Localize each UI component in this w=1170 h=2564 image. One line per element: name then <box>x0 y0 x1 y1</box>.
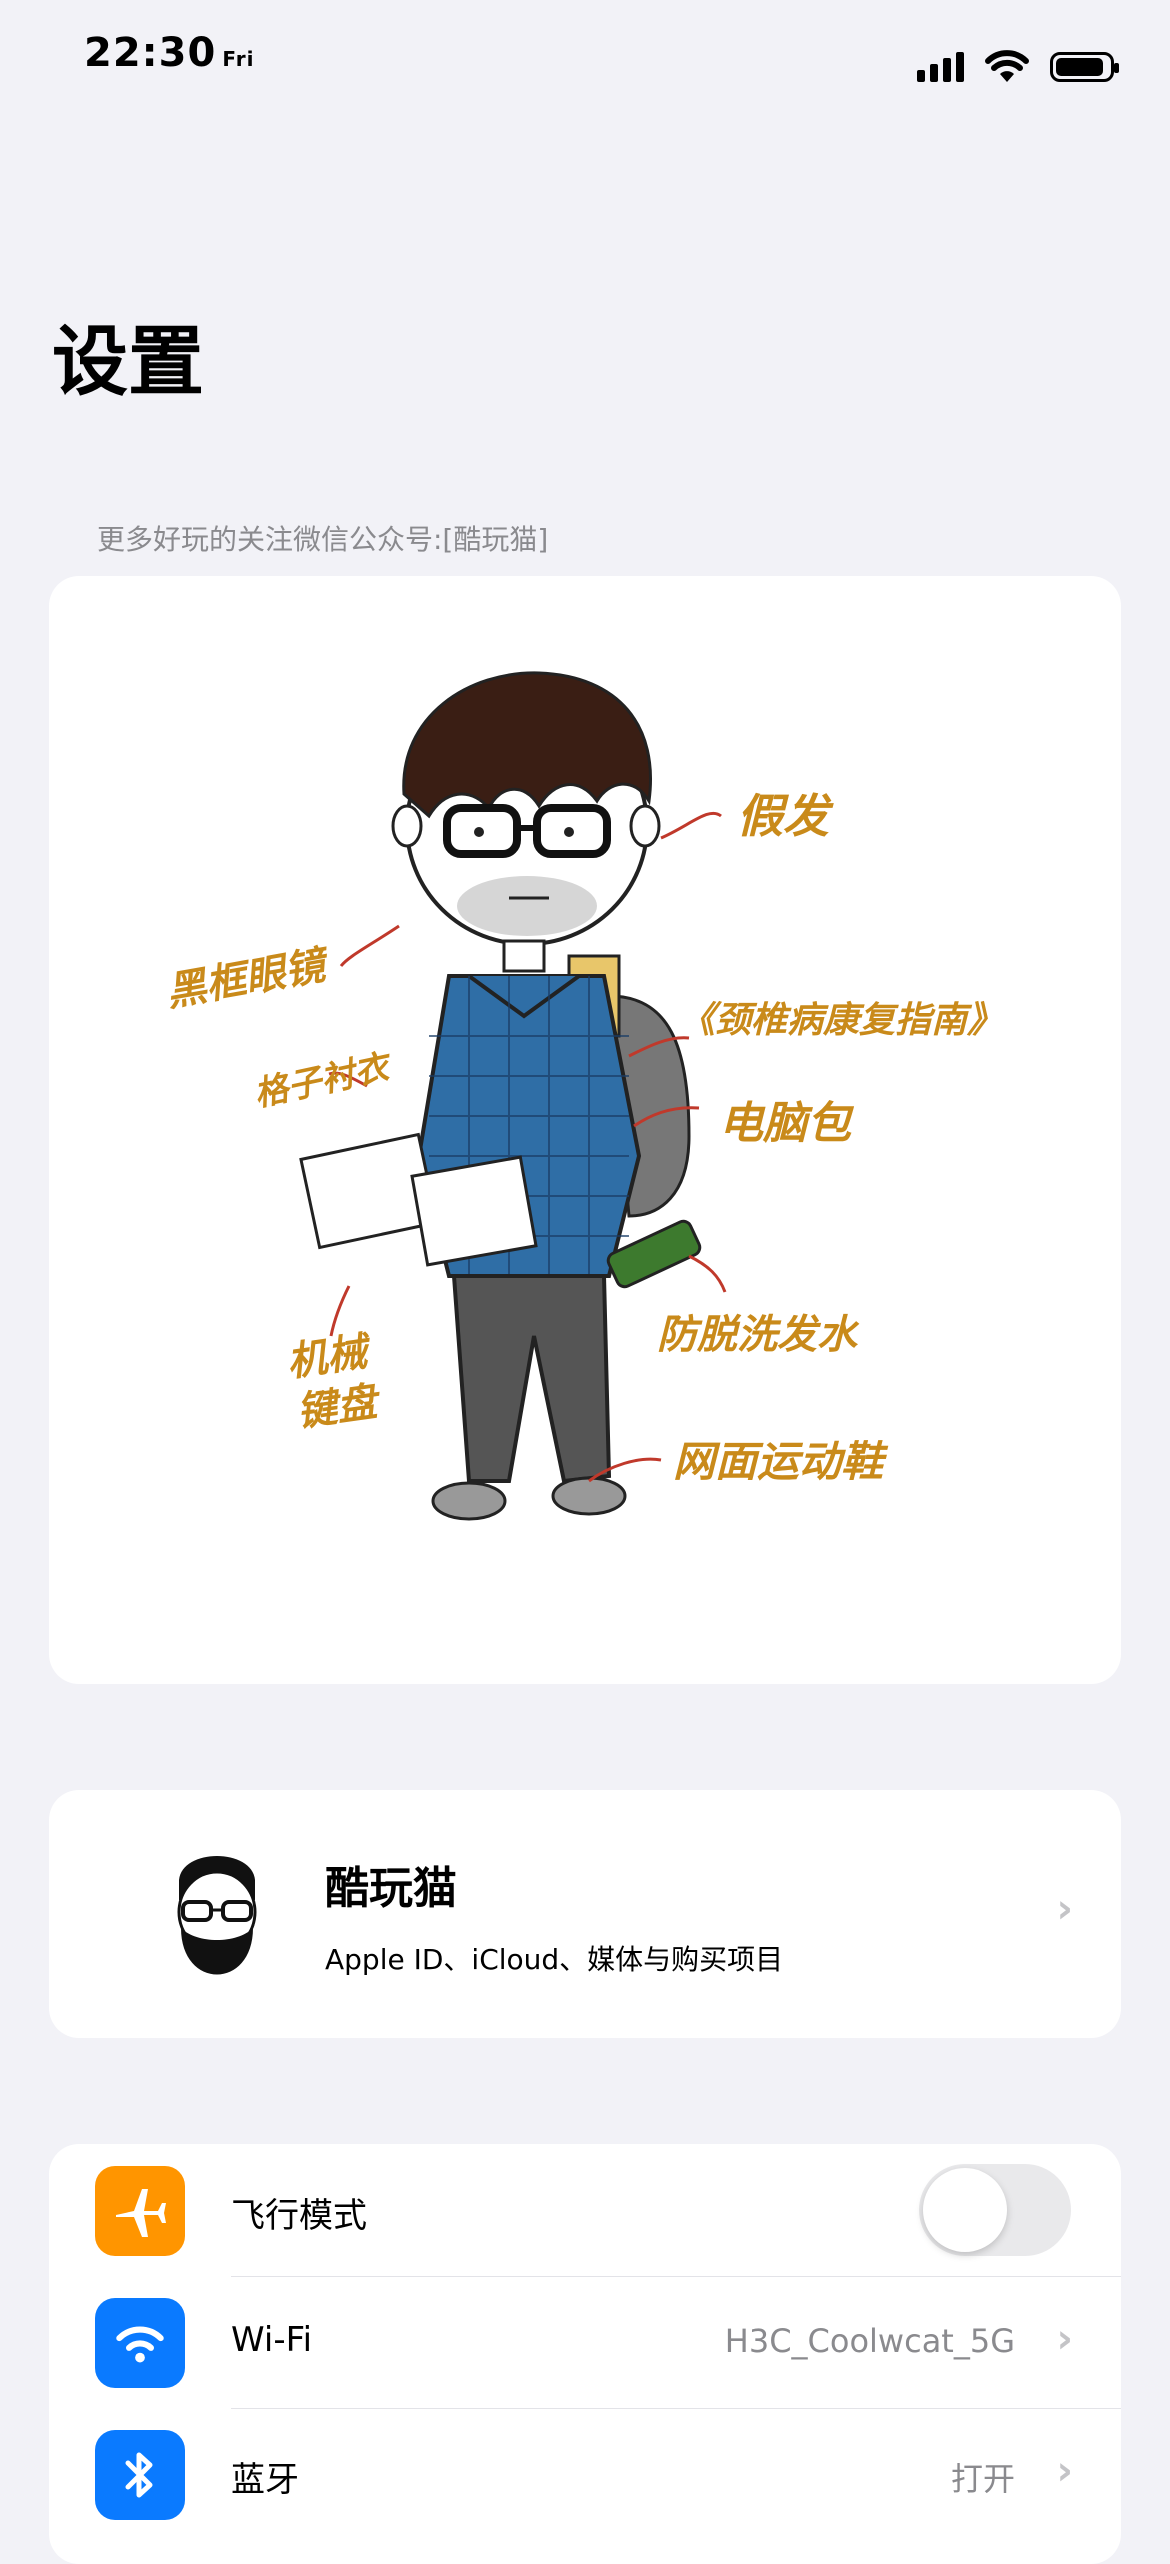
bluetooth-icon <box>95 2430 185 2520</box>
settings-row-wifi[interactable]: Wi-Fi H3C_Coolwcat_5G › <box>49 2276 1121 2408</box>
apple-id-card[interactable]: 酷玩猫 Apple ID、iCloud、媒体与购买项目 › <box>49 1790 1121 2038</box>
label-book: 《颈椎病康复指南》 <box>679 1000 1003 1041</box>
airplane-icon <box>95 2166 185 2256</box>
label-glasses: 黑框眼镜 <box>163 942 334 1016</box>
promo-banner-card[interactable]: 假发 黑框眼镜 格子衬衣 《颈椎病康复指南》 电脑包 机械 键盘 防脱洗发水 网… <box>49 576 1121 1684</box>
label-shirt: 格子衬衣 <box>251 1046 397 1114</box>
label-keyboard-1: 机械 <box>284 1328 376 1386</box>
settings-row-bluetooth[interactable]: 蓝牙 打开 › <box>49 2408 1121 2540</box>
status-icons <box>917 50 1119 84</box>
status-bar: 22:30 Fri <box>0 0 1170 140</box>
label-backpack: 电脑包 <box>719 1098 855 1149</box>
time-text: 22:30 <box>84 30 217 76</box>
profile-subtitle: Apple ID、iCloud、媒体与购买项目 <box>325 1943 784 1976</box>
page-title: 设置 <box>52 317 204 406</box>
bluetooth-status-value: 打开 <box>950 2460 1015 2498</box>
programmer-illustration: 假发 黑框眼镜 格子衬衣 《颈椎病康复指南》 电脑包 机械 键盘 防脱洗发水 网… <box>163 671 1003 1521</box>
bluetooth-label: 蓝牙 <box>231 2460 299 2500</box>
chevron-right-icon: › <box>1056 1886 1073 1932</box>
wifi-network-value: H3C_Coolwcat_5G <box>724 2322 1015 2360</box>
chevron-right-icon: › <box>1056 2448 1073 2494</box>
settings-list: 飞行模式 Wi-Fi H3C_Coolwcat_5G › 蓝牙 打开 › <box>49 2144 1121 2564</box>
status-time: 22:30 Fri <box>84 30 254 76</box>
cellular-signal-icon <box>917 52 964 82</box>
label-keyboard-2: 键盘 <box>294 1379 385 1436</box>
settings-row-airplane-mode[interactable]: 飞行模式 <box>49 2144 1121 2276</box>
bearded-man-avatar-icon <box>177 1856 257 1975</box>
chevron-right-icon: › <box>1056 2316 1073 2362</box>
promo-caption: 更多好玩的关注微信公众号:[酷玩猫] <box>97 523 549 556</box>
profile-name: 酷玩猫 <box>325 1863 457 1914</box>
wifi-status-icon <box>985 50 1029 82</box>
label-wig: 假发 <box>737 789 834 843</box>
battery-icon <box>1050 52 1119 82</box>
label-shoes: 网面运动鞋 <box>673 1437 889 1486</box>
day-text: Fri <box>222 47 255 71</box>
wifi-icon <box>95 2298 185 2388</box>
airplane-mode-label: 飞行模式 <box>231 2196 367 2236</box>
airplane-mode-toggle[interactable] <box>919 2164 1071 2256</box>
wifi-label: Wi-Fi <box>231 2320 313 2360</box>
label-shampoo: 防脱洗发水 <box>657 1312 860 1358</box>
